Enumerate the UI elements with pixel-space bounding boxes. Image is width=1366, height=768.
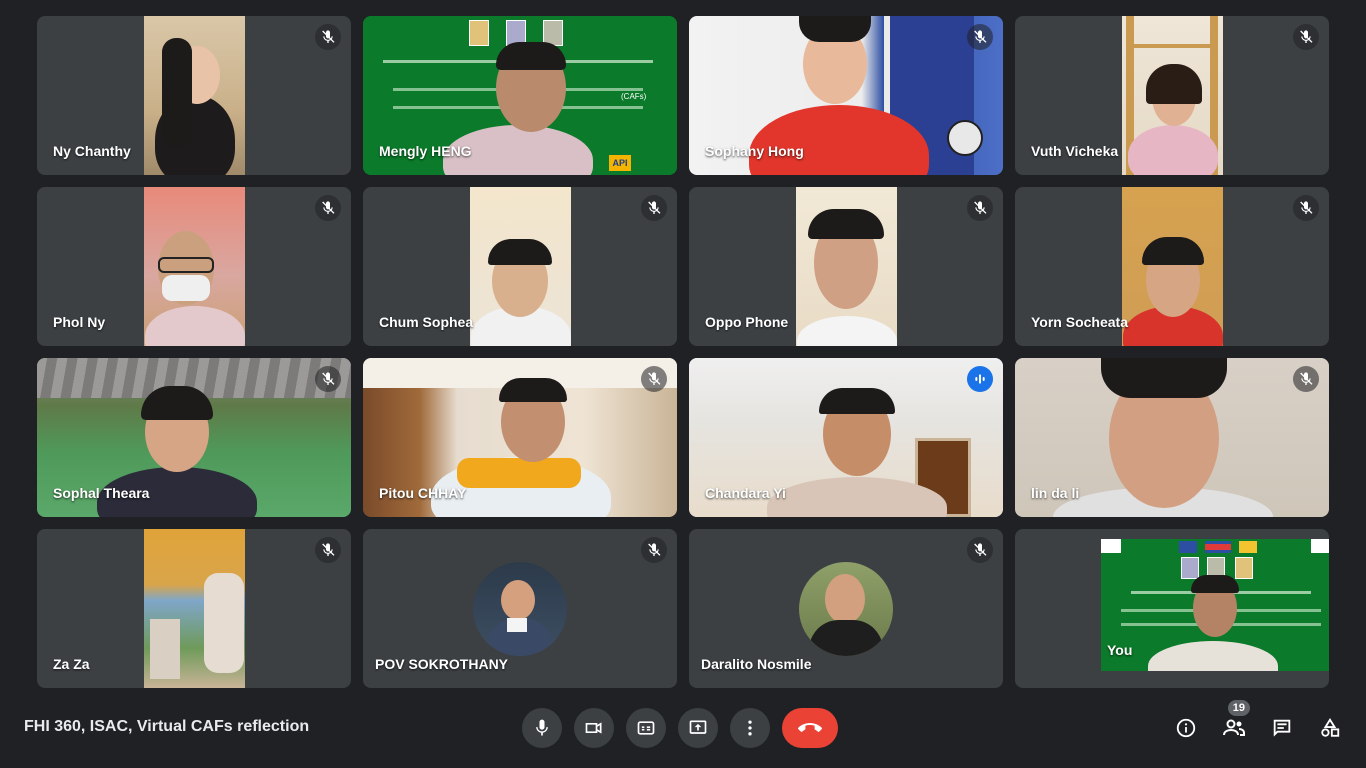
participant-tile-active-speaker[interactable]: Chandara Yi — [689, 358, 1003, 517]
participant-tile[interactable]: (CAFs) API Mengly HENG — [363, 16, 677, 175]
participant-tile[interactable]: Pitou CHHAY — [363, 358, 677, 517]
captions-icon — [637, 721, 655, 735]
participant-tile[interactable]: Oppo Phone — [689, 187, 1003, 346]
participant-tile[interactable]: Daralito Nosmile — [689, 529, 1003, 688]
mic-off-icon — [641, 195, 667, 221]
participant-avatar — [473, 561, 567, 656]
captions-button[interactable] — [626, 708, 666, 748]
participant-name: Za Za — [53, 656, 90, 672]
meeting-title: FHI 360, ISAC, Virtual CAFs reflection — [24, 718, 310, 735]
participant-video — [144, 187, 245, 346]
slide-logo: API — [609, 155, 631, 171]
mic-off-icon — [1293, 366, 1319, 392]
participant-tile[interactable]: Sophany Hong — [689, 16, 1003, 175]
participant-tile[interactable]: Chum Sophea — [363, 187, 677, 346]
participant-video — [796, 187, 897, 346]
mic-off-icon — [315, 537, 341, 563]
end-call-icon — [798, 723, 822, 732]
participant-name: Pitou CHHAY — [379, 485, 467, 501]
participant-tile[interactable]: Sophal Theara — [37, 358, 351, 517]
present-icon — [689, 720, 707, 734]
participant-name: Ny Chanthy — [53, 143, 131, 159]
activities-icon — [1321, 718, 1340, 737]
participant-name: Chandara Yi — [705, 485, 786, 501]
participant-name: lin da li — [1031, 485, 1080, 501]
mic-off-icon — [641, 366, 667, 392]
mic-off-icon — [315, 24, 341, 50]
chat-button[interactable] — [1270, 714, 1294, 742]
mic-off-icon — [967, 24, 993, 50]
participant-name: Yorn Socheata — [1031, 314, 1128, 330]
participant-video — [1122, 187, 1223, 346]
activities-button[interactable] — [1318, 714, 1342, 742]
participant-name: Sophany Hong — [705, 143, 804, 159]
bottom-toolbar: FHI 360, ISAC, Virtual CAFs reflection 1… — [0, 700, 1366, 768]
more-options-button[interactable] — [730, 708, 770, 748]
camera-icon — [585, 722, 602, 734]
mic-off-icon — [315, 366, 341, 392]
people-button[interactable]: 19 — [1222, 700, 1250, 742]
participant-name: Vuth Vicheka — [1031, 143, 1119, 159]
call-controls — [522, 708, 838, 748]
camera-button[interactable] — [574, 708, 614, 748]
right-toolbar: 19 — [1174, 700, 1342, 742]
info-icon — [1176, 718, 1196, 738]
mic-off-icon — [1293, 195, 1319, 221]
participant-tile-self[interactable]: You — [1015, 529, 1329, 688]
participant-video — [144, 529, 245, 688]
self-video — [1101, 539, 1329, 671]
participant-video — [144, 16, 245, 175]
participant-name: Sophal Theara — [53, 485, 150, 501]
mic-icon — [536, 719, 548, 736]
speaking-indicator-icon — [967, 366, 993, 392]
mic-off-icon — [967, 195, 993, 221]
mic-off-icon — [641, 537, 667, 563]
present-button[interactable] — [678, 708, 718, 748]
participant-count-badge: 19 — [1227, 700, 1250, 716]
mic-off-icon — [1293, 24, 1319, 50]
slide-tag: (CAFs) — [621, 92, 647, 101]
participant-name: Mengly HENG — [379, 143, 472, 159]
participant-tile[interactable]: Vuth Vicheka — [1015, 16, 1329, 175]
leave-call-button[interactable] — [782, 708, 838, 748]
participant-tile[interactable]: lin da li — [1015, 358, 1329, 517]
participant-tile[interactable]: Phol Ny — [37, 187, 351, 346]
participant-tile[interactable]: Yorn Socheata — [1015, 187, 1329, 346]
participant-name: POV SOKROTHANY — [375, 656, 509, 672]
more-vert-icon — [748, 720, 752, 736]
participant-video — [1122, 16, 1223, 175]
participant-name: Phol Ny — [53, 314, 106, 330]
self-label: You — [1107, 642, 1133, 658]
participant-avatar — [799, 561, 893, 656]
mic-off-icon — [967, 537, 993, 563]
participant-name: Oppo Phone — [705, 314, 789, 330]
people-icon — [1223, 719, 1245, 736]
microphone-button[interactable] — [522, 708, 562, 748]
participant-tile[interactable]: Ny Chanthy — [37, 16, 351, 175]
mic-off-icon — [315, 195, 341, 221]
participant-tile[interactable]: Za Za — [37, 529, 351, 688]
meeting-details-button[interactable] — [1174, 714, 1198, 742]
participant-tile[interactable]: POV SOKROTHANY — [363, 529, 677, 688]
participant-name: Daralito Nosmile — [701, 656, 812, 672]
chat-icon — [1273, 719, 1291, 737]
participant-grid: Ny Chanthy (CAFs) API Mengly HENG Sophan… — [37, 16, 1331, 688]
participant-video — [470, 187, 571, 346]
participant-name: Chum Sophea — [379, 314, 474, 330]
